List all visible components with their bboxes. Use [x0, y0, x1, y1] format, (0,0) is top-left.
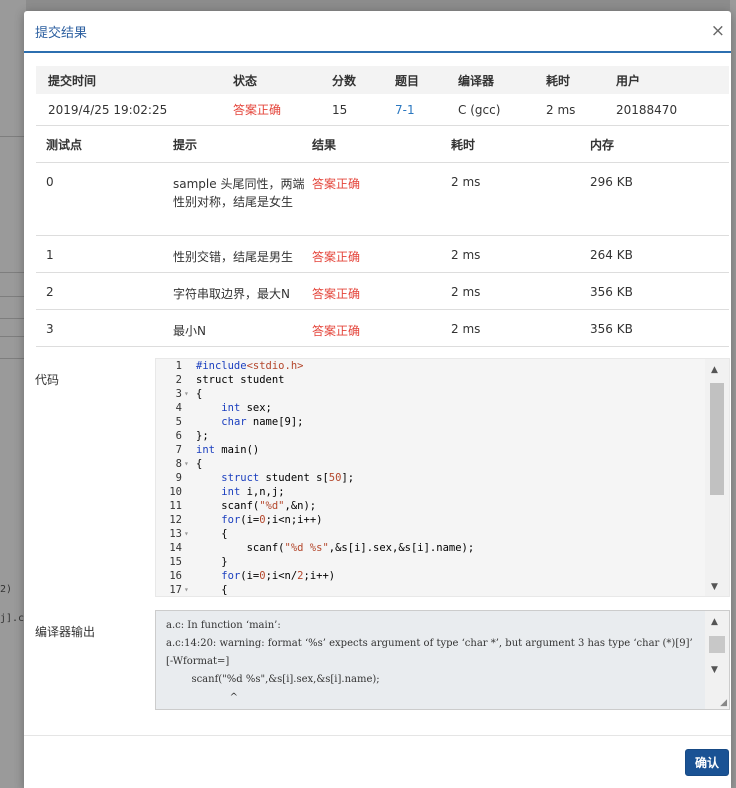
scroll-down-icon[interactable]: ▼: [711, 665, 718, 675]
test-cases-table: 测试点 提示 结果 耗时 内存 0 sample 头尾同性，两端性别对称，结尾是…: [36, 127, 729, 347]
case-time: 2 ms: [451, 175, 481, 189]
case-time: 2 ms: [451, 322, 481, 336]
header-status: 状态: [233, 73, 258, 88]
case-memory: 264 KB: [590, 248, 633, 262]
code-label: 代码: [35, 373, 60, 387]
case-id: 0: [46, 175, 54, 189]
scroll-down-icon[interactable]: ▼: [711, 582, 718, 592]
background-divider: [0, 358, 26, 359]
compiler-output-textarea[interactable]: a.c: In function ‘main’: a.c:14:20: warn…: [155, 610, 730, 710]
scroll-up-icon[interactable]: ▲: [711, 365, 718, 375]
modal-title: 提交结果: [35, 25, 88, 41]
submission-summary-table: 提交时间 状态 分数 题目 编译器 耗时 用户 2019/4/25 19:02:…: [36, 66, 729, 126]
submission-result-modal: 提交结果 × 提交时间 状态 分数 题目 编译器 耗时 用户 2019/4/25…: [24, 11, 731, 788]
code-line: 14 scanf("%d %s",&s[i].sex,&s[i].name);: [169, 542, 475, 554]
code-line: 12 for(i=0;i<n;i++): [169, 514, 323, 526]
background-divider: [0, 318, 26, 319]
table-row: 3 最小N 答案正确 2 ms 356 KB: [36, 310, 729, 347]
case-hint: 字符串取边界，最大N: [173, 287, 290, 301]
compiler-output-text: a.c: In function ‘main’: a.c:14:20: warn…: [166, 620, 693, 703]
output-scrollbar[interactable]: ▲ ▼: [705, 611, 729, 709]
case-hint: 性别交错，结尾是男生: [173, 250, 294, 264]
user: 20188470: [616, 102, 678, 117]
code-line: 2 struct student: [175, 374, 285, 386]
header-case-id: 测试点: [46, 138, 83, 152]
case-id: 3: [46, 322, 54, 336]
background-page: [0, 0, 26, 788]
summary-header-row: 提交时间 状态 分数 题目 编译器 耗时 用户: [36, 66, 729, 94]
summary-row: 2019/4/25 19:02:25 答案正确 15 7-1 C (gcc) 2…: [36, 94, 729, 126]
case-id: 2: [46, 285, 54, 299]
case-memory: 356 KB: [590, 322, 633, 336]
table-row: 1 性别交错，结尾是男生 答案正确 2 ms 264 KB: [36, 236, 729, 273]
status-badge: 答案正确: [233, 103, 282, 117]
background-divider: [0, 272, 26, 273]
code-line: 11 scanf("%d",&n);: [169, 500, 317, 512]
case-time: 2 ms: [451, 285, 481, 299]
scrollbar-thumb[interactable]: [709, 636, 725, 653]
header-submit-time: 提交时间: [48, 73, 97, 88]
code-line: 17 ▾ {: [169, 583, 228, 596]
resize-handle-icon[interactable]: ◢: [720, 698, 727, 708]
scrollbar-thumb[interactable]: [710, 383, 724, 495]
background-divider: [0, 336, 26, 337]
case-result: 答案正确: [312, 250, 361, 264]
header-hint: 提示: [173, 137, 198, 152]
case-result: 答案正确: [312, 287, 361, 301]
case-result: 答案正确: [312, 177, 361, 191]
close-icon[interactable]: ×: [711, 22, 725, 40]
header-user: 用户: [616, 73, 641, 88]
code-line: 1 #include<stdio.h>: [175, 360, 304, 372]
code-line: 6};: [175, 430, 209, 442]
case-memory: 296 KB: [590, 175, 633, 189]
code-lines: 1 #include<stdio.h> 2 struct student 3 ▾{ 4…: [156, 359, 706, 596]
header-memory: 内存: [590, 138, 615, 152]
background-divider: [0, 136, 26, 137]
confirm-button[interactable]: 确认: [685, 749, 729, 776]
code-line: 13 ▾ {: [169, 527, 228, 541]
code-viewer[interactable]: 1 #include<stdio.h> 2 struct student 3 ▾{ 4…: [155, 358, 730, 597]
score: 15: [332, 102, 348, 117]
case-memory: 356 KB: [590, 285, 633, 299]
scroll-up-icon[interactable]: ▲: [711, 617, 718, 627]
modal-footer: 确认: [24, 735, 731, 788]
duration: 2 ms: [546, 102, 576, 117]
problem-link[interactable]: 7-1: [395, 103, 458, 117]
fold-arrow-icon[interactable]: ▾: [184, 583, 192, 596]
compiler: C (gcc): [458, 102, 501, 117]
background-code-fragment: j].c: [0, 613, 25, 624]
fold-arrow-icon[interactable]: ▾: [184, 527, 192, 541]
code-line: 5 char name[9];: [175, 416, 304, 428]
cases-header-row: 测试点 提示 结果 耗时 内存: [36, 127, 729, 163]
code-line: 16 for(i=0;i<n/2;i++): [169, 570, 336, 582]
code-line: 7 int main(): [175, 444, 260, 456]
code-line: 10 int i,n,j;: [169, 486, 285, 498]
header-score: 分数: [332, 73, 357, 88]
case-hint: sample 头尾同性，两端性别对称，结尾是女生: [173, 177, 305, 209]
case-time: 2 ms: [451, 248, 481, 262]
header-compiler: 编译器: [458, 73, 495, 88]
case-result: 答案正确: [312, 324, 361, 338]
code-scrollbar[interactable]: ▲ ▼: [705, 359, 729, 596]
fold-arrow-icon[interactable]: ▾: [184, 387, 192, 401]
compiler-output-label: 编译器输出: [35, 625, 96, 639]
code-line: 9 struct student s[50];: [175, 472, 355, 484]
modal-header: 提交结果 ×: [24, 11, 731, 53]
code-line: 8 ▾{: [175, 457, 203, 471]
header-time: 耗时: [451, 138, 476, 152]
header-problem: 题目: [395, 73, 420, 88]
background-code-fragment: 2): [0, 584, 13, 595]
table-row: 0 sample 头尾同性，两端性别对称，结尾是女生 答案正确 2 ms 296…: [36, 163, 729, 236]
fold-arrow-icon[interactable]: ▾: [184, 457, 192, 471]
code-line: 4 int sex;: [175, 402, 272, 414]
table-row: 2 字符串取边界，最大N 答案正确 2 ms 356 KB: [36, 273, 729, 310]
code-line: 3 ▾{: [175, 387, 203, 401]
header-result: 结果: [312, 138, 337, 152]
case-id: 1: [46, 248, 54, 262]
code-line: 15 }: [169, 556, 228, 568]
case-hint: 最小N: [173, 324, 206, 338]
submit-time: 2019/4/25 19:02:25: [48, 102, 168, 117]
header-duration: 耗时: [546, 73, 571, 88]
background-divider: [0, 296, 26, 297]
